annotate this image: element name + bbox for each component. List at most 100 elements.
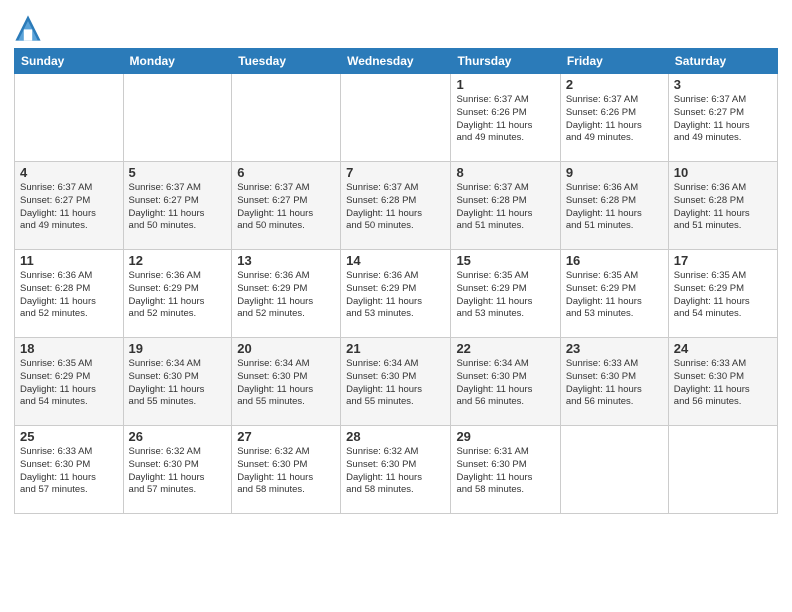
calendar-cell: 7 Sunrise: 6:37 AM Sunset: 6:28 PM Daylig… (341, 162, 451, 250)
day-info: Sunrise: 6:34 AM Sunset: 6:30 PM Dayligh… (237, 358, 335, 409)
day-info: Sunrise: 6:32 AM Sunset: 6:30 PM Dayligh… (237, 446, 335, 497)
day-number: 28 (346, 429, 445, 444)
calendar-cell: 2 Sunrise: 6:37 AM Sunset: 6:26 PM Daylig… (560, 74, 668, 162)
calendar-cell: 25 Sunrise: 6:33 AM Sunset: 6:30 PM Dayli… (15, 426, 124, 514)
calendar-cell: 21 Sunrise: 6:34 AM Sunset: 6:30 PM Dayli… (341, 338, 451, 426)
calendar-cell (668, 426, 777, 514)
calendar-header-row: SundayMondayTuesdayWednesdayThursdayFrid… (15, 49, 778, 74)
day-number: 17 (674, 253, 772, 268)
day-info: Sunrise: 6:34 AM Sunset: 6:30 PM Dayligh… (346, 358, 445, 409)
calendar-cell: 8 Sunrise: 6:37 AM Sunset: 6:28 PM Daylig… (451, 162, 560, 250)
day-number: 27 (237, 429, 335, 444)
calendar-cell (232, 74, 341, 162)
calendar-cell: 18 Sunrise: 6:35 AM Sunset: 6:29 PM Dayli… (15, 338, 124, 426)
day-number: 6 (237, 165, 335, 180)
day-info: Sunrise: 6:34 AM Sunset: 6:30 PM Dayligh… (129, 358, 227, 409)
calendar-header-tuesday: Tuesday (232, 49, 341, 74)
day-number: 24 (674, 341, 772, 356)
calendar-cell: 22 Sunrise: 6:34 AM Sunset: 6:30 PM Dayli… (451, 338, 560, 426)
day-info: Sunrise: 6:36 AM Sunset: 6:28 PM Dayligh… (566, 182, 663, 233)
calendar-cell: 16 Sunrise: 6:35 AM Sunset: 6:29 PM Dayli… (560, 250, 668, 338)
day-info: Sunrise: 6:36 AM Sunset: 6:29 PM Dayligh… (129, 270, 227, 321)
day-info: Sunrise: 6:35 AM Sunset: 6:29 PM Dayligh… (20, 358, 118, 409)
calendar-cell: 13Sunrise: 6:36 AM Sunset: 6:29 PM Dayli… (232, 250, 341, 338)
calendar-cell: 27 Sunrise: 6:32 AM Sunset: 6:30 PM Dayli… (232, 426, 341, 514)
day-number: 20 (237, 341, 335, 356)
day-info: Sunrise: 6:33 AM Sunset: 6:30 PM Dayligh… (566, 358, 663, 409)
day-number: 1 (456, 77, 554, 92)
calendar-cell: 1 Sunrise: 6:37 AM Sunset: 6:26 PM Daylig… (451, 74, 560, 162)
calendar-cell (341, 74, 451, 162)
calendar-body: 1 Sunrise: 6:37 AM Sunset: 6:26 PM Daylig… (15, 74, 778, 514)
day-number: 11 (20, 253, 118, 268)
calendar-cell: 9 Sunrise: 6:36 AM Sunset: 6:28 PM Daylig… (560, 162, 668, 250)
day-info: Sunrise: 6:36 AM Sunset: 6:28 PM Dayligh… (674, 182, 772, 233)
calendar-week-4: 18 Sunrise: 6:35 AM Sunset: 6:29 PM Dayli… (15, 338, 778, 426)
day-info: Sunrise: 6:32 AM Sunset: 6:30 PM Dayligh… (346, 446, 445, 497)
calendar-header-monday: Monday (123, 49, 232, 74)
day-number: 7 (346, 165, 445, 180)
calendar: SundayMondayTuesdayWednesdayThursdayFrid… (14, 48, 778, 514)
day-number: 8 (456, 165, 554, 180)
calendar-cell: 6 Sunrise: 6:37 AM Sunset: 6:27 PM Daylig… (232, 162, 341, 250)
day-number: 16 (566, 253, 663, 268)
calendar-cell (123, 74, 232, 162)
calendar-week-1: 1 Sunrise: 6:37 AM Sunset: 6:26 PM Daylig… (15, 74, 778, 162)
calendar-header-thursday: Thursday (451, 49, 560, 74)
day-info: Sunrise: 6:37 AM Sunset: 6:26 PM Dayligh… (456, 94, 554, 145)
day-number: 12 (129, 253, 227, 268)
day-info: Sunrise: 6:37 AM Sunset: 6:27 PM Dayligh… (129, 182, 227, 233)
calendar-header-sunday: Sunday (15, 49, 124, 74)
day-number: 9 (566, 165, 663, 180)
day-info: Sunrise: 6:37 AM Sunset: 6:28 PM Dayligh… (456, 182, 554, 233)
day-info: Sunrise: 6:35 AM Sunset: 6:29 PM Dayligh… (566, 270, 663, 321)
day-info: Sunrise: 6:32 AM Sunset: 6:30 PM Dayligh… (129, 446, 227, 497)
calendar-cell: 20 Sunrise: 6:34 AM Sunset: 6:30 PM Dayli… (232, 338, 341, 426)
header (14, 10, 778, 42)
calendar-cell: 10 Sunrise: 6:36 AM Sunset: 6:28 PM Dayli… (668, 162, 777, 250)
calendar-header-friday: Friday (560, 49, 668, 74)
day-info: Sunrise: 6:35 AM Sunset: 6:29 PM Dayligh… (674, 270, 772, 321)
day-number: 10 (674, 165, 772, 180)
day-info: Sunrise: 6:34 AM Sunset: 6:30 PM Dayligh… (456, 358, 554, 409)
calendar-week-2: 4 Sunrise: 6:37 AM Sunset: 6:27 PM Daylig… (15, 162, 778, 250)
day-number: 29 (456, 429, 554, 444)
calendar-cell: 24 Sunrise: 6:33 AM Sunset: 6:30 PM Dayli… (668, 338, 777, 426)
calendar-cell: 23 Sunrise: 6:33 AM Sunset: 6:30 PM Dayli… (560, 338, 668, 426)
day-number: 2 (566, 77, 663, 92)
calendar-header-wednesday: Wednesday (341, 49, 451, 74)
calendar-cell: 19 Sunrise: 6:34 AM Sunset: 6:30 PM Dayli… (123, 338, 232, 426)
day-info: Sunrise: 6:37 AM Sunset: 6:28 PM Dayligh… (346, 182, 445, 233)
day-number: 14 (346, 253, 445, 268)
calendar-cell: 29 Sunrise: 6:31 AM Sunset: 6:30 PM Dayli… (451, 426, 560, 514)
day-info: Sunrise: 6:37 AM Sunset: 6:27 PM Dayligh… (237, 182, 335, 233)
day-info: Sunrise: 6:37 AM Sunset: 6:26 PM Dayligh… (566, 94, 663, 145)
calendar-cell: 11Sunrise: 6:36 AM Sunset: 6:28 PM Dayli… (15, 250, 124, 338)
calendar-cell: 17 Sunrise: 6:35 AM Sunset: 6:29 PM Dayli… (668, 250, 777, 338)
page: SundayMondayTuesdayWednesdayThursdayFrid… (0, 0, 792, 612)
logo-icon (14, 14, 42, 42)
calendar-cell: 26Sunrise: 6:32 AM Sunset: 6:30 PM Dayli… (123, 426, 232, 514)
day-number: 25 (20, 429, 118, 444)
calendar-cell (15, 74, 124, 162)
day-info: Sunrise: 6:33 AM Sunset: 6:30 PM Dayligh… (674, 358, 772, 409)
day-number: 18 (20, 341, 118, 356)
day-number: 21 (346, 341, 445, 356)
day-number: 13 (237, 253, 335, 268)
day-number: 23 (566, 341, 663, 356)
day-info: Sunrise: 6:35 AM Sunset: 6:29 PM Dayligh… (456, 270, 554, 321)
day-number: 4 (20, 165, 118, 180)
calendar-week-5: 25 Sunrise: 6:33 AM Sunset: 6:30 PM Dayli… (15, 426, 778, 514)
day-number: 22 (456, 341, 554, 356)
calendar-cell: 14 Sunrise: 6:36 AM Sunset: 6:29 PM Dayli… (341, 250, 451, 338)
calendar-cell (560, 426, 668, 514)
day-number: 19 (129, 341, 227, 356)
calendar-cell: 15Sunrise: 6:35 AM Sunset: 6:29 PM Dayli… (451, 250, 560, 338)
calendar-week-3: 11Sunrise: 6:36 AM Sunset: 6:28 PM Dayli… (15, 250, 778, 338)
day-number: 3 (674, 77, 772, 92)
day-info: Sunrise: 6:33 AM Sunset: 6:30 PM Dayligh… (20, 446, 118, 497)
calendar-cell: 3Sunrise: 6:37 AM Sunset: 6:27 PM Daylig… (668, 74, 777, 162)
day-number: 5 (129, 165, 227, 180)
day-info: Sunrise: 6:36 AM Sunset: 6:29 PM Dayligh… (346, 270, 445, 321)
day-info: Sunrise: 6:31 AM Sunset: 6:30 PM Dayligh… (456, 446, 554, 497)
